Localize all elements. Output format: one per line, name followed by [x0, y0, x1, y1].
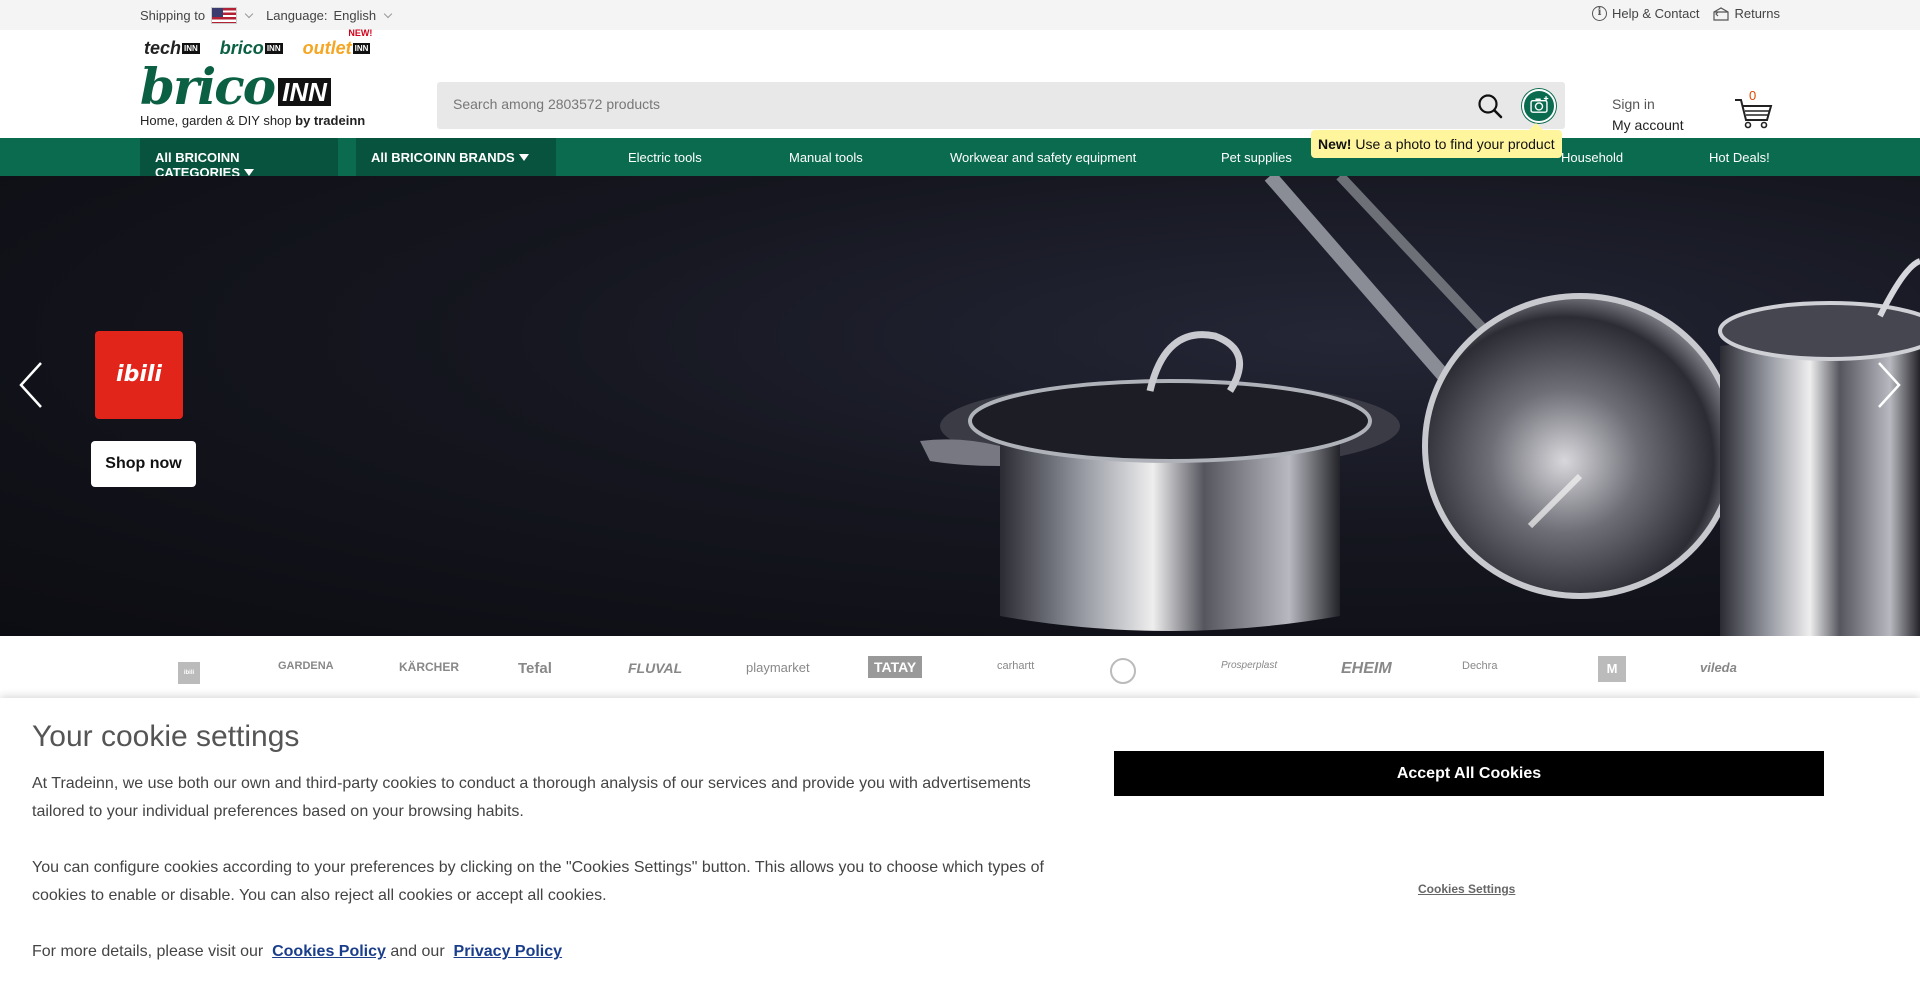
brand-logo-m[interactable]: M [1598, 656, 1626, 682]
locale-settings: Shipping to Language: English [140, 7, 399, 24]
caret-down-icon [244, 169, 254, 176]
brand-logo-strip: ibili GARDENA KÄRCHER Tefal FLUVAL playm… [0, 636, 1920, 698]
cookie-paragraph-3: For more details, please visit our Cooki… [32, 943, 563, 960]
help-contact-link[interactable]: i Help & Contact [1592, 6, 1699, 21]
cookie-paragraph-2: You can configure cookies according to y… [32, 859, 1044, 904]
cookie-paragraph-1: At Tradeinn, we use both our own and thi… [32, 775, 1031, 820]
cookies-settings-button[interactable]: Cookies Settings [1418, 882, 1515, 896]
search-bar[interactable]: Search among 2803572 products [437, 82, 1565, 129]
new-badge: NEW! [348, 28, 373, 38]
returns-label: Returns [1734, 6, 1780, 21]
info-icon: i [1592, 6, 1608, 21]
cookies-policy-link[interactable]: Cookies Policy [272, 943, 386, 960]
ibili-brand-logo: ibili [95, 331, 183, 419]
carousel-next-icon[interactable] [1874, 360, 1904, 410]
search-icon[interactable] [1477, 93, 1503, 119]
main-navigation: All BRICOINN CATEGORIES All BRICOINN BRA… [0, 138, 1920, 180]
brand-logo-eheim[interactable]: EHEIM [1341, 660, 1392, 678]
bricoinn-main-logo[interactable]: brico INN [140, 62, 331, 112]
brand-logo-dechra[interactable]: Dechra [1462, 660, 1497, 672]
cookware-illustration [920, 176, 1920, 636]
chevron-down-icon[interactable] [244, 9, 254, 19]
nav-electric-tools[interactable]: Electric tools [628, 150, 702, 165]
brand-logo-vileda[interactable]: vileda [1700, 660, 1737, 675]
shop-now-button[interactable]: Shop now [91, 441, 196, 487]
brand-logo-round[interactable] [1110, 658, 1136, 684]
language-label: Language: [266, 8, 328, 23]
cart-button[interactable]: 0 [1733, 88, 1775, 129]
my-account-label: My account [1612, 117, 1684, 133]
all-categories-menu[interactable]: All BRICOINN CATEGORIES [140, 138, 338, 180]
brand-logo-fluval[interactable]: FLUVAL [628, 660, 682, 676]
accept-all-cookies-button[interactable]: Accept All Cookies [1114, 751, 1824, 796]
sign-in-label: Sign in [1612, 96, 1655, 112]
chevron-down-icon[interactable] [383, 9, 393, 19]
outletinn-logo[interactable]: outlet INN NEW! [303, 28, 373, 59]
cart-icon [1735, 99, 1773, 129]
help-contact-label: Help & Contact [1612, 6, 1700, 21]
camera-search-icon[interactable] [1522, 89, 1556, 123]
returns-link[interactable]: Returns [1713, 6, 1780, 21]
brand-logo-tefal[interactable]: Tefal [518, 660, 552, 677]
nav-hot-deals[interactable]: Hot Deals! [1709, 150, 1770, 165]
nav-household[interactable]: Household [1561, 150, 1623, 165]
carousel-prev-icon[interactable] [16, 360, 46, 410]
search-input[interactable]: Search among 2803572 products [453, 96, 660, 112]
language-select[interactable]: English [334, 8, 377, 23]
cookie-title: Your cookie settings [32, 720, 300, 753]
privacy-policy-link[interactable]: Privacy Policy [454, 943, 563, 960]
account-link[interactable]: Sign in My account [1612, 94, 1684, 136]
us-flag-icon[interactable] [211, 7, 238, 24]
brand-logo-playmarket[interactable]: playmarket [746, 660, 810, 675]
brand-logo-tatay[interactable]: TATAY [868, 656, 923, 678]
brand-logo-ibili[interactable]: ibili [178, 662, 200, 684]
photo-search-tooltip: New! Use a photo to find your product [1311, 123, 1562, 158]
utility-links: i Help & Contact Returns [1592, 6, 1780, 21]
hero-banner[interactable] [0, 176, 1920, 636]
brand-logo-gardena[interactable]: GARDENA [278, 660, 334, 672]
techinn-logo[interactable]: tech INN [144, 38, 200, 59]
site-header: tech INN brico INN outlet INN NEW! brico IN… [0, 28, 1920, 158]
bricoinn-logo[interactable]: brico INN [220, 38, 283, 59]
nav-pet-supplies[interactable]: Pet supplies [1221, 150, 1292, 165]
site-switcher: tech INN brico INN outlet INN NEW! [144, 28, 373, 59]
tagline: Home, garden & DIY shop by tradeinn [140, 113, 366, 128]
brand-logo-prosperplast[interactable]: Prosperplast [1221, 660, 1277, 671]
brand-logo-carhartt[interactable]: carhartt [997, 660, 1034, 672]
return-box-icon [1713, 6, 1730, 21]
nav-manual-tools[interactable]: Manual tools [789, 150, 863, 165]
caret-down-icon [518, 154, 529, 161]
brand-logo-karcher[interactable]: KÄRCHER [399, 660, 459, 674]
all-brands-menu[interactable]: All BRICOINN BRANDS [356, 138, 556, 176]
cookie-consent-banner: Your cookie settings At Tradeinn, we use… [0, 698, 1920, 993]
shipping-label: Shipping to [140, 8, 206, 23]
top-utility-bar: Shipping to Language: English i Help & C… [0, 0, 1920, 30]
nav-workwear[interactable]: Workwear and safety equipment [950, 150, 1136, 165]
